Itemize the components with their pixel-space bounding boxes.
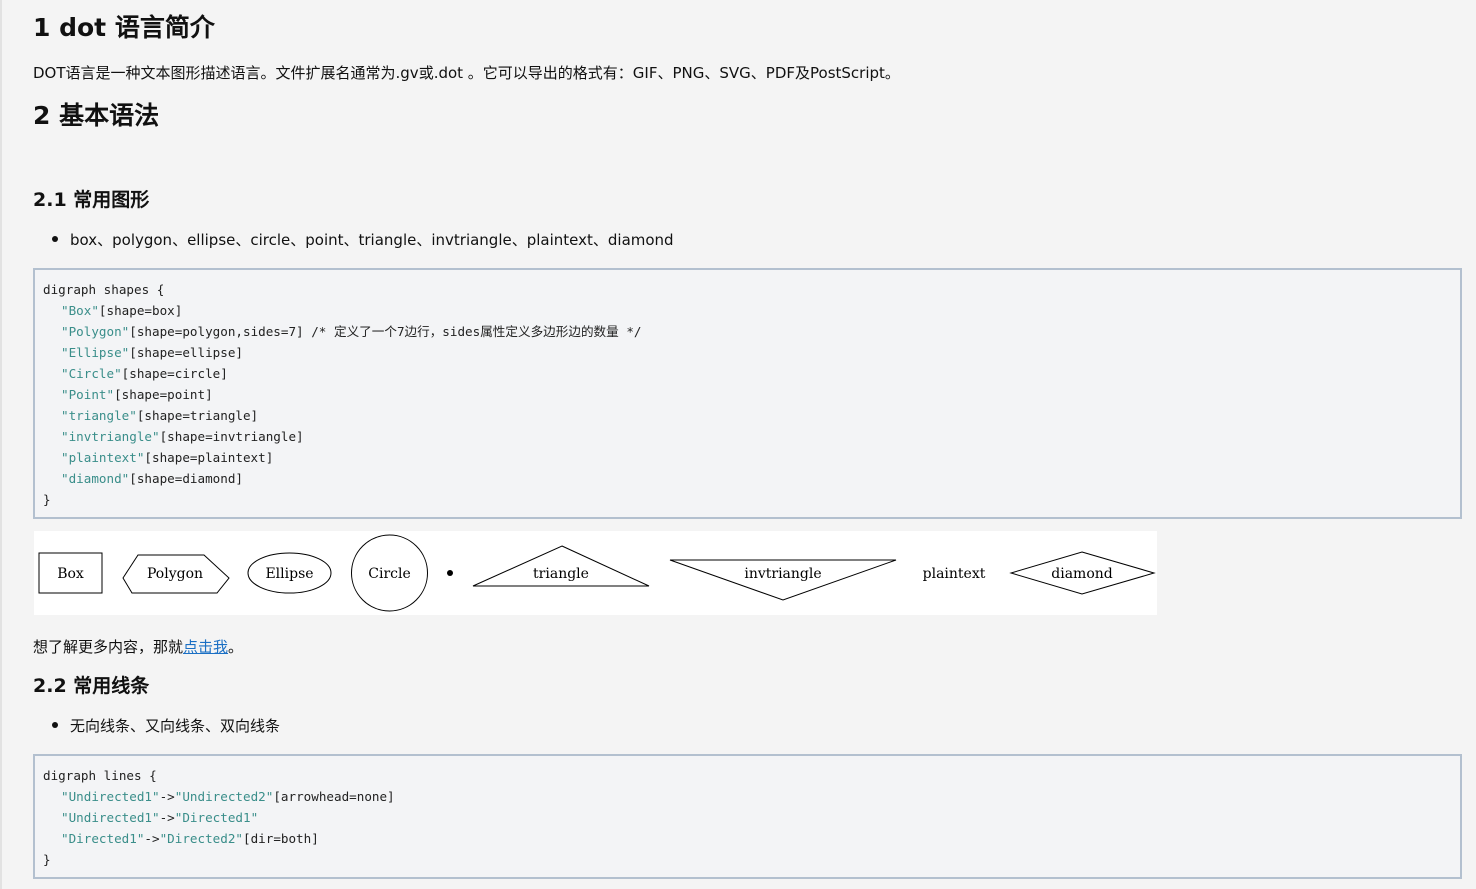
plaintext-label: plaintext bbox=[923, 566, 986, 582]
code-line: "plaintext"[shape=plaintext] bbox=[43, 447, 1452, 468]
heading-basic-syntax: 2 基本语法 bbox=[33, 101, 160, 130]
code-operator: -> bbox=[144, 831, 160, 846]
code-line: "Polygon"[shape=polygon,sides=7] /* 定义了一… bbox=[43, 321, 1452, 342]
code-block-shapes[interactable]: digraph shapes { "Box"[shape=box] "Polyg… bbox=[33, 268, 1462, 519]
intro-paragraph: DOT语言是一种文本图形描述语言。文件扩展名通常为.gv或.dot 。它可以导出… bbox=[33, 64, 900, 82]
code-attr: [arrowhead=none] bbox=[273, 789, 395, 804]
code-line: } bbox=[43, 492, 51, 507]
heading-dot-intro: 1 dot 语言简介 bbox=[33, 13, 215, 42]
code-line: digraph lines { bbox=[43, 768, 157, 783]
code-attr: [shape=triangle] bbox=[136, 408, 259, 423]
code-line: "Ellipse"[shape=ellipse] bbox=[43, 342, 1452, 363]
lines-list-item: 无向线条、又向线条、双向线条 bbox=[52, 716, 280, 736]
triangle-node: triangle bbox=[472, 545, 650, 587]
plaintext-node: plaintext bbox=[923, 566, 986, 582]
code-attr: [shape=point] bbox=[114, 387, 213, 402]
code-operator: -> bbox=[159, 810, 175, 825]
code-attr: [shape=plaintext] bbox=[144, 450, 274, 465]
code-string: "diamond" bbox=[61, 471, 130, 486]
diamond-node: diamond bbox=[1009, 551, 1156, 595]
bullet-icon bbox=[52, 235, 58, 242]
code-line: digraph shapes { bbox=[43, 282, 165, 297]
code-string: "Undirected1" bbox=[61, 789, 160, 804]
code-string: "plaintext" bbox=[61, 450, 145, 465]
code-attr: [shape=invtriangle] bbox=[159, 429, 304, 444]
code-attr: [shape=ellipse] bbox=[129, 345, 243, 360]
code-string: "Undirected1" bbox=[61, 810, 160, 825]
code-attr: [shape=circle] bbox=[121, 366, 228, 381]
more-info-paragraph: 想了解更多内容，那就点击我。 bbox=[33, 637, 243, 657]
bullet-icon bbox=[52, 721, 58, 728]
code-line: "Box"[shape=box] bbox=[43, 300, 1452, 321]
heading-common-lines: 2.2 常用线条 bbox=[33, 675, 150, 697]
code-string: "Directed1" bbox=[61, 831, 145, 846]
code-line: "Circle"[shape=circle] bbox=[43, 363, 1452, 384]
code-attr: [shape=polygon,sides=7] bbox=[129, 324, 304, 339]
box-label: Box bbox=[57, 566, 84, 582]
code-comment: /* 定义了一个7边行，sides属性定义多边形边的数量 */ bbox=[303, 324, 642, 339]
code-line: } bbox=[43, 852, 51, 867]
code-operator: -> bbox=[159, 789, 175, 804]
invtriangle-node: invtriangle bbox=[669, 559, 897, 601]
code-string: "triangle" bbox=[61, 408, 137, 423]
code-line: "Point"[shape=point] bbox=[43, 384, 1452, 405]
invtriangle-label: invtriangle bbox=[744, 566, 821, 582]
code-string: "Undirected2" bbox=[174, 789, 274, 804]
ellipse-label: Ellipse bbox=[265, 566, 313, 582]
code-attr: [shape=diamond] bbox=[129, 471, 243, 486]
code-string: "Ellipse" bbox=[61, 345, 130, 360]
shapes-list-item: box、polygon、ellipse、circle、point、triangl… bbox=[52, 230, 674, 250]
click-me-link[interactable]: 点击我 bbox=[183, 638, 228, 656]
more-info-text: 想了解更多内容，那就 bbox=[33, 638, 184, 656]
code-attr: [dir=both] bbox=[242, 831, 319, 846]
code-line: "Undirected1"->"Directed1" bbox=[43, 807, 1452, 828]
ellipse-node: Ellipse bbox=[247, 552, 332, 594]
heading-common-shapes: 2.1 常用图形 bbox=[33, 189, 150, 211]
code-line: "invtriangle"[shape=invtriangle] bbox=[43, 426, 1452, 447]
polygon-label: Polygon bbox=[147, 566, 203, 582]
lines-list-text: 无向线条、又向线条、双向线条 bbox=[70, 717, 281, 735]
code-string: "Box" bbox=[61, 303, 99, 318]
code-line: "Undirected1"->"Undirected2"[arrowhead=n… bbox=[43, 786, 1452, 807]
code-line: "Directed1"->"Directed2"[dir=both] bbox=[43, 828, 1452, 849]
box-node: Box bbox=[38, 552, 103, 594]
code-line: "diamond"[shape=diamond] bbox=[43, 468, 1452, 489]
code-string: "Point" bbox=[61, 387, 115, 402]
circle-label: Circle bbox=[368, 566, 411, 582]
shapes-graph-image: Box Polygon Ellipse Circle triangle invt… bbox=[34, 531, 1157, 615]
code-attr: [shape=box] bbox=[98, 303, 183, 318]
diamond-label: diamond bbox=[1051, 566, 1113, 582]
code-string: "invtriangle" bbox=[61, 429, 160, 444]
triangle-label: triangle bbox=[533, 566, 589, 582]
code-block-lines[interactable]: digraph lines { "Undirected1"->"Undirect… bbox=[33, 754, 1462, 879]
code-string: "Directed1" bbox=[174, 810, 259, 825]
more-info-suffix: 。 bbox=[228, 638, 244, 656]
code-string: "Polygon" bbox=[61, 324, 130, 339]
point-node bbox=[447, 570, 453, 576]
code-line: "triangle"[shape=triangle] bbox=[43, 405, 1452, 426]
polygon-node: Polygon bbox=[122, 554, 230, 594]
left-border bbox=[0, 0, 2, 889]
code-string: "Directed2" bbox=[159, 831, 243, 846]
shapes-list-text: box、polygon、ellipse、circle、point、triangl… bbox=[70, 231, 674, 249]
code-string: "Circle" bbox=[61, 366, 122, 381]
circle-node: Circle bbox=[351, 534, 428, 612]
